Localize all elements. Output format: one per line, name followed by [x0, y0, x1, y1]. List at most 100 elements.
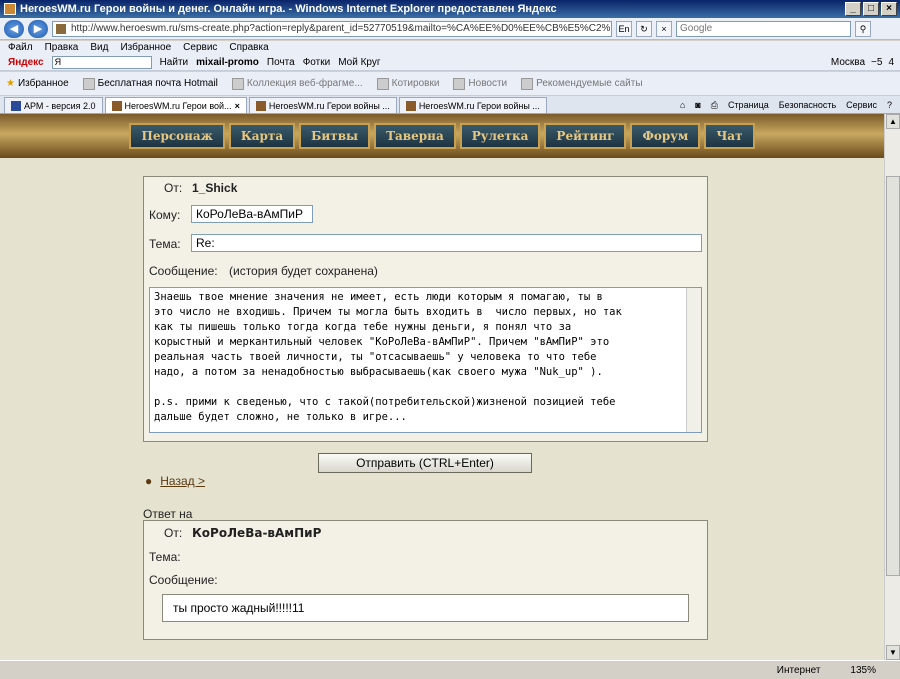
tab-arm[interactable]: АРМ - версия 2.0 [4, 97, 103, 113]
message-textarea[interactable]: Знаешь твое мнение значения не имеет, ес… [149, 287, 702, 433]
tool-security[interactable]: Безопасность [779, 100, 836, 110]
nav-character[interactable]: Персонаж [129, 123, 225, 149]
home-icon[interactable]: ⌂ [680, 100, 685, 110]
nav-battles[interactable]: Битвы [299, 123, 371, 149]
stop-icon[interactable]: × [656, 20, 672, 37]
history-note: (история будет сохранена) [229, 264, 378, 278]
yandex-item-photos[interactable]: Фотки [303, 57, 331, 68]
nav-rating[interactable]: Рейтинг [544, 123, 627, 149]
tab-heroes-active[interactable]: HeroesWM.ru Герои вой... × [104, 97, 247, 113]
nav-forum[interactable]: Форум [630, 123, 701, 149]
reply-panel: От: КоРоЛеВа-вАмПиР Тема: Сообщение: ты … [143, 520, 708, 640]
page-icon [82, 77, 95, 90]
tab-close-icon[interactable]: × [235, 101, 240, 111]
nav-chat[interactable]: Чат [704, 123, 755, 149]
forward-icon[interactable]: ▶ [28, 19, 48, 38]
nav-map[interactable]: Карта [228, 123, 296, 149]
to-label: Кому: [149, 208, 181, 222]
fav-suggested[interactable]: Рекомендуемые сайты [521, 77, 643, 90]
fav-hotmail[interactable]: Бесплатная почта Hotmail [82, 77, 218, 90]
page-icon [231, 77, 244, 90]
yandex-item-mycircle[interactable]: Мой Круг [338, 57, 380, 68]
reply-message-label: Сообщение: [149, 573, 218, 587]
textarea-scrollbar[interactable] [686, 288, 701, 432]
reply-subject-label: Тема: [149, 550, 181, 564]
minimize-button[interactable]: _ [845, 2, 861, 16]
menu-bar: Файл Правка Вид Избранное Сервис Справка [0, 41, 900, 55]
app-icon [4, 3, 16, 15]
favorites-button[interactable]: ★ Избранное [6, 78, 69, 89]
subject-label: Тема: [149, 237, 181, 251]
page-icon [521, 77, 534, 90]
zone-indicator[interactable]: Интернет [777, 665, 821, 676]
menu-favorites[interactable]: Избранное [120, 41, 171, 55]
menu-tools[interactable]: Сервис [183, 41, 217, 55]
tab-heroes-3[interactable]: HeroesWM.ru Герои войны ... [398, 97, 547, 113]
message-label: Сообщение: [149, 264, 218, 278]
page-content: Персонаж Карта Битвы Таверна Рулетка Рей… [0, 114, 900, 660]
tab-favicon [111, 100, 122, 111]
fav-news[interactable]: Новости [453, 77, 507, 90]
yandex-find-button[interactable]: Найти [160, 57, 189, 68]
message-text: Знаешь твое мнение значения не имеет, ес… [154, 291, 622, 423]
yandex-toolbar: Яндекс Я Найти mixail-promo Почта Фотки … [0, 55, 900, 71]
back-row: ● Назад > [145, 474, 205, 488]
weather-city[interactable]: Москва [831, 57, 865, 68]
reply-message-text: ты просто жадный!!!!!11 [162, 594, 689, 622]
fav-quotes[interactable]: Котировки [376, 77, 439, 90]
nav-roulette[interactable]: Рулетка [459, 123, 541, 149]
language-indicator[interactable]: En [616, 20, 632, 37]
scroll-up-icon[interactable]: ▲ [886, 114, 900, 129]
tool-page[interactable]: Страница [728, 100, 769, 110]
yandex-item-promo[interactable]: mixail-promo [196, 57, 259, 68]
menu-help[interactable]: Справка [229, 41, 268, 55]
scroll-thumb[interactable] [886, 176, 900, 576]
to-field[interactable]: КоРоЛеВа-вАмПиР [191, 205, 313, 223]
from-value: 1_Shick [192, 181, 238, 195]
rss-icon[interactable]: ◙ [695, 100, 700, 110]
menu-view[interactable]: Вид [90, 41, 108, 55]
page-scrollbar[interactable]: ▲ ▼ [884, 114, 900, 660]
compose-form: От: 1_Shick Кому: КоРоЛеВа-вАмПиР Тема: … [143, 176, 708, 442]
star-icon: ★ [6, 78, 15, 89]
zoom-level[interactable]: 135% [850, 665, 876, 676]
page-icon [376, 77, 389, 90]
scroll-down-icon[interactable]: ▼ [886, 645, 900, 660]
yandex-item-mail[interactable]: Почта [267, 57, 295, 68]
reply-from-label: От: [164, 526, 183, 540]
back-icon[interactable]: ◀ [4, 19, 24, 38]
window-titlebar: HeroesWM.ru Герои войны и денег. Онлайн … [0, 0, 900, 18]
from-label: От: [164, 181, 183, 195]
tool-service[interactable]: Сервис [846, 100, 877, 110]
reply-header: Ответ на [143, 507, 193, 521]
tab-bar: АРМ - версия 2.0 HeroesWM.ru Герои вой..… [0, 96, 900, 114]
back-link[interactable]: Назад > [160, 474, 205, 488]
window-title: HeroesWM.ru Герои войны и денег. Онлайн … [20, 3, 557, 15]
help-icon[interactable]: ? [887, 100, 892, 110]
tab-favicon [11, 100, 21, 111]
send-button[interactable]: Отправить (CTRL+Enter) [318, 453, 532, 473]
tab-favicon [405, 100, 416, 111]
print-icon[interactable]: ⎙ [711, 100, 718, 111]
page-background: От: 1_Shick Кому: КоРоЛеВа-вАмПиР Тема: … [0, 158, 884, 660]
fav-webslices[interactable]: Коллекция веб-фрагме... [231, 77, 363, 90]
yandex-brand[interactable]: Яндекс [8, 57, 44, 68]
bullet-icon: ● [145, 474, 153, 488]
menu-edit[interactable]: Правка [45, 41, 79, 55]
yandex-search-input[interactable]: Я [51, 56, 152, 69]
maximize-button[interactable]: □ [863, 2, 879, 16]
notification-count[interactable]: 4 [888, 57, 894, 68]
close-button[interactable]: × [881, 2, 897, 16]
status-bar: Интернет 135% [0, 660, 900, 679]
nav-tavern[interactable]: Таверна [374, 123, 456, 149]
subject-field[interactable]: Re: [191, 234, 702, 252]
weather-temp: −5 [871, 57, 883, 68]
address-input[interactable]: http://www.heroeswm.ru/sms-create.php?ac… [52, 20, 612, 37]
page-icon [453, 77, 466, 90]
reply-from-value: КоРоЛеВа-вАмПиР [192, 526, 322, 540]
search-icon[interactable]: ⚲ [855, 20, 871, 37]
refresh-icon[interactable]: ↻ [636, 20, 652, 37]
search-input[interactable]: Google [676, 20, 851, 37]
tab-heroes-2[interactable]: HeroesWM.ru Герои войны ... [248, 97, 397, 113]
menu-file[interactable]: Файл [8, 41, 33, 55]
